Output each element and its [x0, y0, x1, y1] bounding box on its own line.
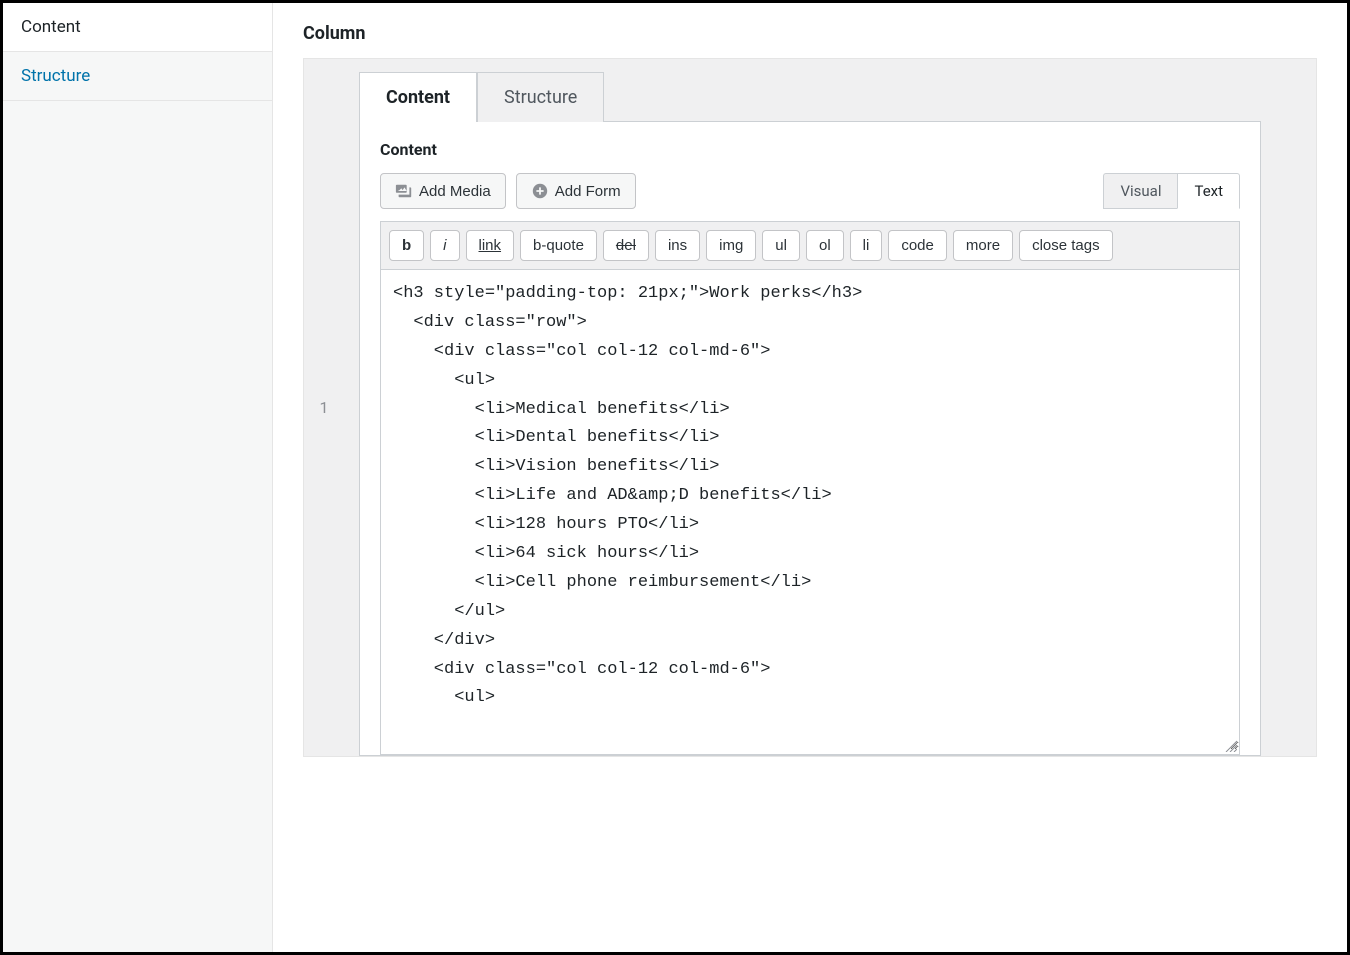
qt-ol[interactable]: ol	[806, 230, 844, 261]
row-number: 1	[304, 59, 344, 756]
form-icon	[531, 182, 549, 200]
qt-italic[interactable]: i	[430, 230, 459, 261]
panel-inner: Content Structure Content Add Media	[359, 71, 1261, 756]
qt-close-tags[interactable]: close tags	[1019, 230, 1113, 261]
qt-del[interactable]: del	[603, 230, 649, 261]
add-media-label: Add Media	[419, 183, 491, 200]
mode-tabs: Visual Text	[1103, 173, 1240, 209]
left-tab-content[interactable]: Content	[3, 3, 272, 52]
section-title: Column	[273, 3, 1347, 58]
qt-bold[interactable]: b	[389, 230, 424, 261]
add-media-button[interactable]: Add Media	[380, 173, 506, 209]
add-form-label: Add Form	[555, 183, 621, 200]
inner-tab-structure[interactable]: Structure	[477, 72, 604, 122]
qt-img[interactable]: img	[706, 230, 756, 261]
content-box: Content Add Media	[359, 122, 1261, 756]
mode-tab-text[interactable]: Text	[1177, 173, 1240, 209]
qt-li[interactable]: li	[850, 230, 883, 261]
inner-tabs: Content Structure	[359, 71, 1261, 122]
main-area: Column 1 Content Structure Content	[273, 3, 1347, 952]
mode-tab-visual[interactable]: Visual	[1103, 173, 1177, 209]
qt-ul[interactable]: ul	[762, 230, 800, 261]
inner-tab-content[interactable]: Content	[359, 72, 477, 122]
media-icon	[395, 182, 413, 200]
media-buttons: Add Media Add Form	[380, 173, 636, 209]
qt-link[interactable]: link	[466, 230, 515, 261]
editor-area	[380, 270, 1240, 755]
left-tab-structure[interactable]: Structure	[3, 52, 272, 101]
qt-ins[interactable]: ins	[655, 230, 700, 261]
content-textarea[interactable]	[381, 270, 1239, 750]
row-panel: 1 Content Structure Content	[303, 58, 1317, 757]
media-row: Add Media Add Form Visual Text	[380, 173, 1240, 209]
editor-frame: Content Structure Column 1 Content Struc…	[0, 0, 1350, 955]
qt-more[interactable]: more	[953, 230, 1013, 261]
left-sidebar: Content Structure	[3, 3, 273, 952]
quicktags-toolbar: b i link b-quote del ins img ul ol li co…	[380, 221, 1240, 270]
qt-blockquote[interactable]: b-quote	[520, 230, 597, 261]
add-form-button[interactable]: Add Form	[516, 173, 636, 209]
content-label: Content	[380, 140, 1240, 159]
qt-code[interactable]: code	[888, 230, 947, 261]
